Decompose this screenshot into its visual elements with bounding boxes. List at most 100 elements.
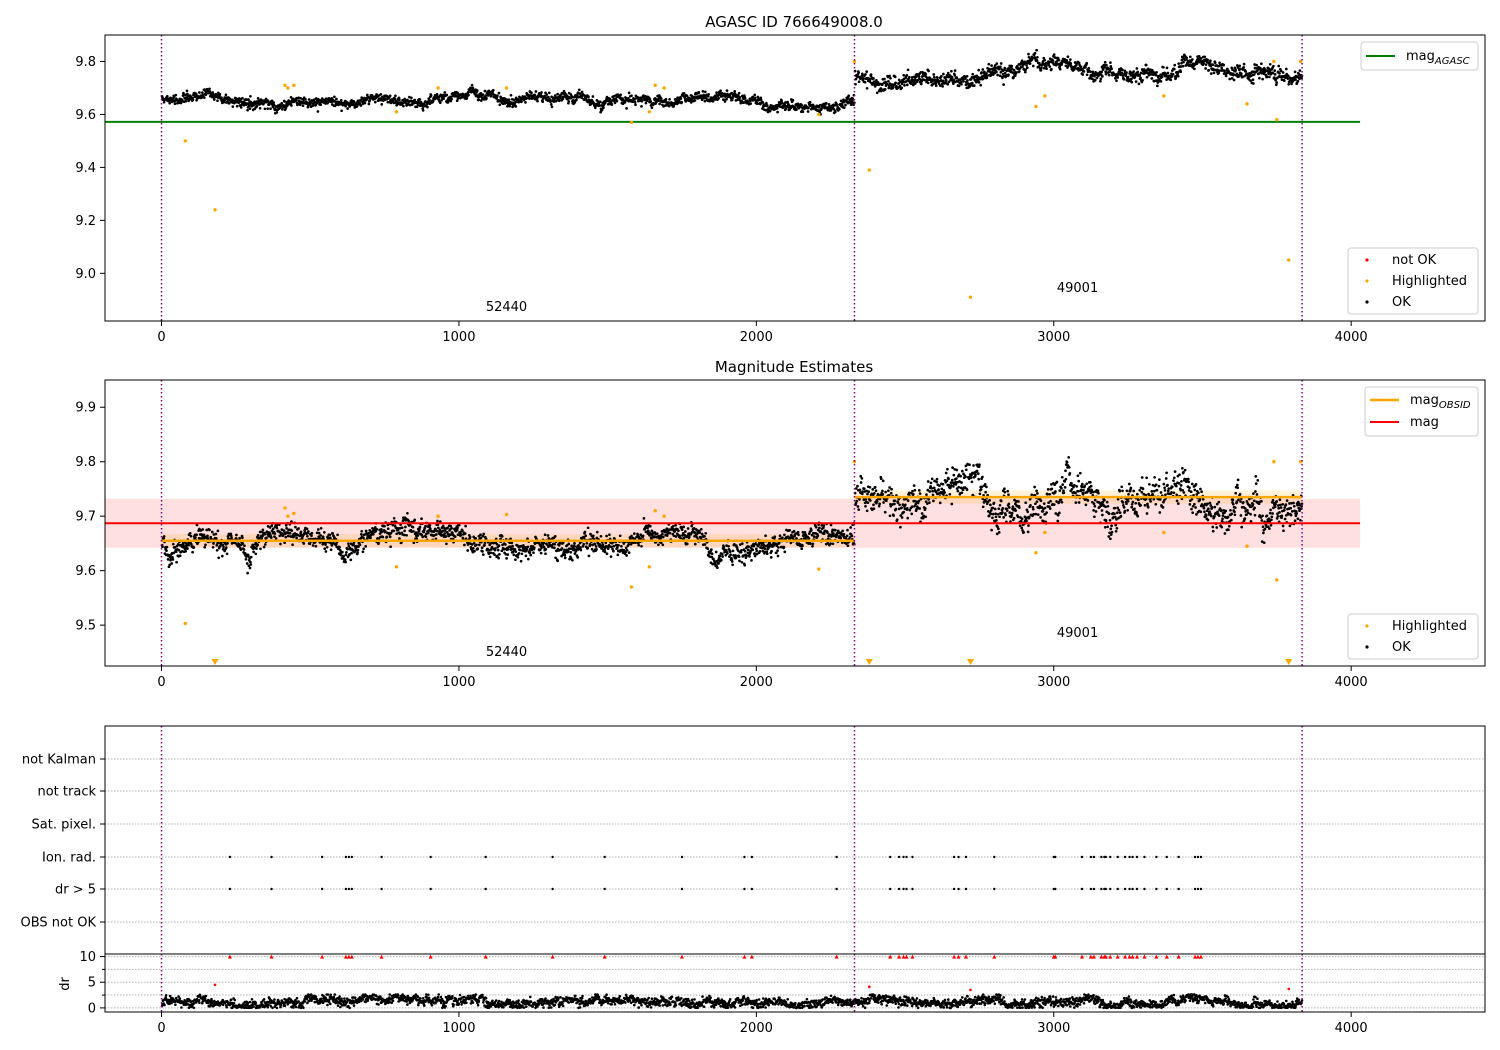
ok-point	[284, 535, 288, 539]
ok-point	[991, 512, 995, 516]
ok-point	[263, 107, 267, 111]
highlighted-point	[436, 86, 440, 90]
ok-point	[893, 499, 897, 503]
ok-point	[1293, 70, 1297, 74]
ok-point	[1013, 74, 1017, 77]
ok-point	[617, 543, 620, 547]
ok-point	[997, 507, 1001, 511]
ok-point	[185, 89, 189, 93]
ok-point	[271, 527, 275, 531]
ok-point	[256, 96, 260, 100]
ok-point	[911, 492, 915, 496]
ok-point	[619, 93, 622, 97]
ok-point	[335, 97, 338, 101]
ok-point	[279, 542, 282, 546]
ok-point	[362, 547, 366, 551]
ok-point	[935, 480, 938, 484]
ok-point	[381, 535, 385, 539]
ok-point	[1035, 48, 1038, 52]
ok-point	[994, 512, 997, 516]
highlighted-point	[213, 208, 217, 212]
ok-point	[952, 473, 956, 477]
ok-point	[725, 97, 728, 101]
ok-point	[953, 74, 957, 77]
ok-point	[604, 541, 608, 545]
ok-point	[680, 100, 684, 104]
ok-point	[410, 96, 413, 100]
ok-point	[500, 535, 504, 538]
ok-point	[519, 559, 523, 563]
ok-point	[305, 527, 309, 531]
ok-point	[658, 102, 661, 106]
ok-point	[951, 466, 954, 469]
ok-point	[208, 528, 211, 532]
ok-point	[520, 552, 524, 556]
ok-point	[335, 542, 338, 546]
ok-point	[546, 534, 550, 537]
ok-point	[557, 99, 561, 103]
ok-point	[340, 109, 343, 113]
ok-point	[481, 550, 484, 553]
ok-point	[902, 510, 906, 514]
ok-point	[556, 559, 559, 563]
highlighted-point	[968, 295, 973, 299]
ok-point	[816, 534, 820, 538]
ok-point	[788, 528, 792, 532]
ok-point	[400, 526, 404, 530]
ok-point	[882, 501, 885, 504]
ok-point	[319, 534, 323, 537]
ok-point	[773, 535, 777, 539]
ok-point	[856, 505, 860, 508]
ok-point	[553, 535, 557, 538]
ok-point	[640, 544, 643, 548]
ok-point	[1052, 53, 1056, 56]
ok-point	[845, 534, 849, 538]
ok-point	[664, 98, 668, 101]
ok-point	[872, 77, 875, 80]
ok-point	[1272, 64, 1275, 68]
ok-point	[783, 550, 787, 554]
ok-point	[406, 511, 409, 515]
ok-point	[459, 533, 463, 537]
ok-point	[465, 97, 469, 100]
ok-point	[846, 544, 850, 548]
ok-point	[441, 529, 445, 533]
ok-point	[979, 487, 983, 491]
ok-point	[977, 81, 981, 84]
ok-point	[693, 99, 697, 102]
ok-point	[595, 530, 599, 534]
ok-point	[938, 84, 942, 87]
ok-point	[806, 110, 810, 113]
ok-point	[905, 73, 909, 77]
ok-point	[844, 103, 847, 107]
ok-point	[431, 99, 435, 103]
ok-point	[627, 542, 631, 546]
ok-point	[1239, 72, 1243, 75]
ok-point	[858, 488, 862, 492]
ok-point	[506, 547, 510, 551]
ok-point	[970, 480, 974, 484]
ok-point	[659, 97, 663, 100]
ok-point	[786, 100, 790, 104]
ok-point	[612, 544, 616, 548]
ok-point	[943, 491, 946, 494]
ok-point	[306, 530, 310, 533]
ok-point	[1085, 73, 1089, 77]
ok-point	[1232, 78, 1236, 82]
ok-point	[1203, 55, 1207, 59]
ok-point	[339, 98, 343, 102]
ok-point	[263, 543, 267, 546]
ok-point	[900, 86, 904, 90]
ok-point	[775, 106, 779, 110]
ok-point	[888, 514, 892, 518]
ok-point	[776, 110, 779, 114]
ok-point	[706, 547, 710, 551]
ok-point	[547, 91, 551, 95]
ok-point	[261, 528, 265, 532]
ok-point	[734, 556, 738, 560]
ok-point	[758, 550, 762, 553]
ok-point	[984, 490, 987, 494]
ok-point	[1087, 66, 1091, 70]
ok-point	[625, 107, 628, 110]
ok-point	[356, 548, 360, 552]
